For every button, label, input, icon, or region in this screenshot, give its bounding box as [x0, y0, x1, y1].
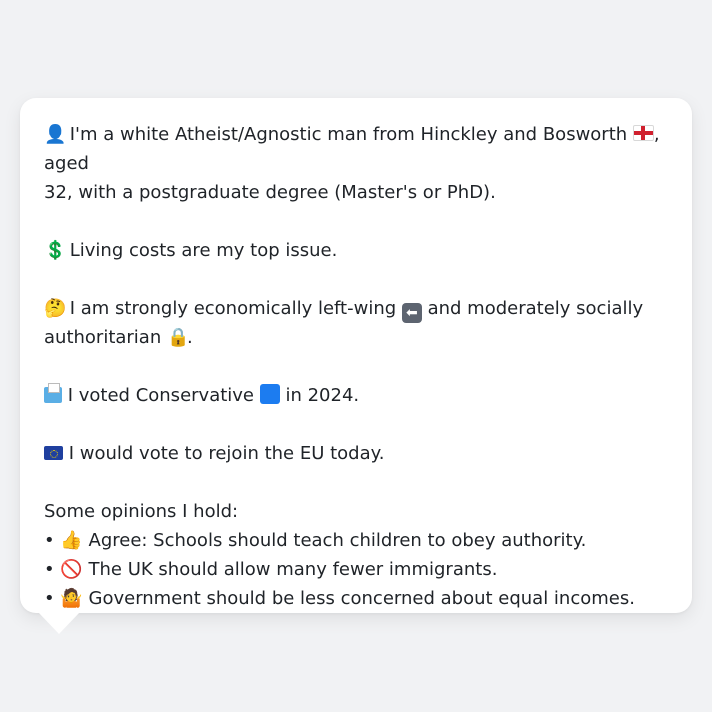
economic-text-part2: and moderately socially	[421, 298, 644, 319]
left-arrow-icon: ⬅	[401, 303, 422, 323]
prohibited-icon: 🚫	[60, 559, 83, 580]
vote-text-part2: in 2024.	[279, 385, 360, 406]
opinion-text: Agree: Schools should teach children to …	[82, 530, 587, 551]
thinking-face-icon: 🤔	[44, 298, 67, 319]
intro-paragraph: 👤 I'm a white Atheist/Agnostic man from …	[44, 120, 668, 207]
lock-icon: 🔒	[166, 327, 190, 348]
economic-paragraph: 🤔 I am strongly economically left-wing ⬅…	[44, 294, 668, 352]
opinion-item: • 🤷 Government should be less concerned …	[44, 584, 668, 613]
economic-text-end: .	[186, 327, 193, 348]
bullet: •	[44, 530, 55, 551]
opinion-text: Government should be less concerned abou…	[82, 588, 635, 609]
england-flag-icon	[632, 125, 654, 141]
opinion-item: • 🚫 The UK should allow many fewer immig…	[44, 555, 668, 584]
blue-square-icon	[259, 384, 280, 404]
page: 👤 I'm a white Atheist/Agnostic man from …	[0, 0, 712, 712]
dollar-icon: 💲	[44, 240, 67, 261]
eu-flag-icon	[44, 446, 63, 460]
opinions-heading: Some opinions I hold:	[44, 501, 239, 522]
opinion-item: • 👍 Agree: Schools should teach children…	[44, 526, 668, 555]
eu-paragraph: I would vote to rejoin the EU today.	[44, 439, 668, 468]
person-icon: 👤	[44, 124, 67, 145]
economic-text-line2: authoritarian	[44, 327, 167, 348]
intro-text-line2: 32, with a postgraduate degree (Master's…	[44, 182, 496, 203]
issue-paragraph: 💲 Living costs are my top issue.	[44, 236, 668, 265]
thumbs-up-icon: 👍	[60, 530, 83, 551]
intro-text-part1: I'm a white Atheist/Agnostic man from Hi…	[64, 124, 633, 145]
bubble-tail	[38, 612, 80, 634]
opinion-text: The UK should allow many fewer immigrant…	[82, 559, 498, 580]
ballot-box-icon	[44, 383, 62, 403]
vote-text-part1: I voted Conservative	[62, 385, 260, 406]
bullet: •	[44, 559, 55, 580]
vote-paragraph: I voted Conservative in 2024.	[44, 381, 668, 410]
bullet: •	[44, 588, 55, 609]
economic-text-part1: I am strongly economically left-wing	[64, 298, 402, 319]
opinions-section: Some opinions I hold: • 👍 Agree: Schools…	[44, 497, 668, 613]
shrug-icon: 🤷	[60, 588, 83, 609]
message-bubble: 👤 I'm a white Atheist/Agnostic man from …	[20, 98, 692, 613]
issue-text: Living costs are my top issue.	[64, 240, 338, 261]
eu-text: I would vote to rejoin the EU today.	[63, 443, 385, 464]
